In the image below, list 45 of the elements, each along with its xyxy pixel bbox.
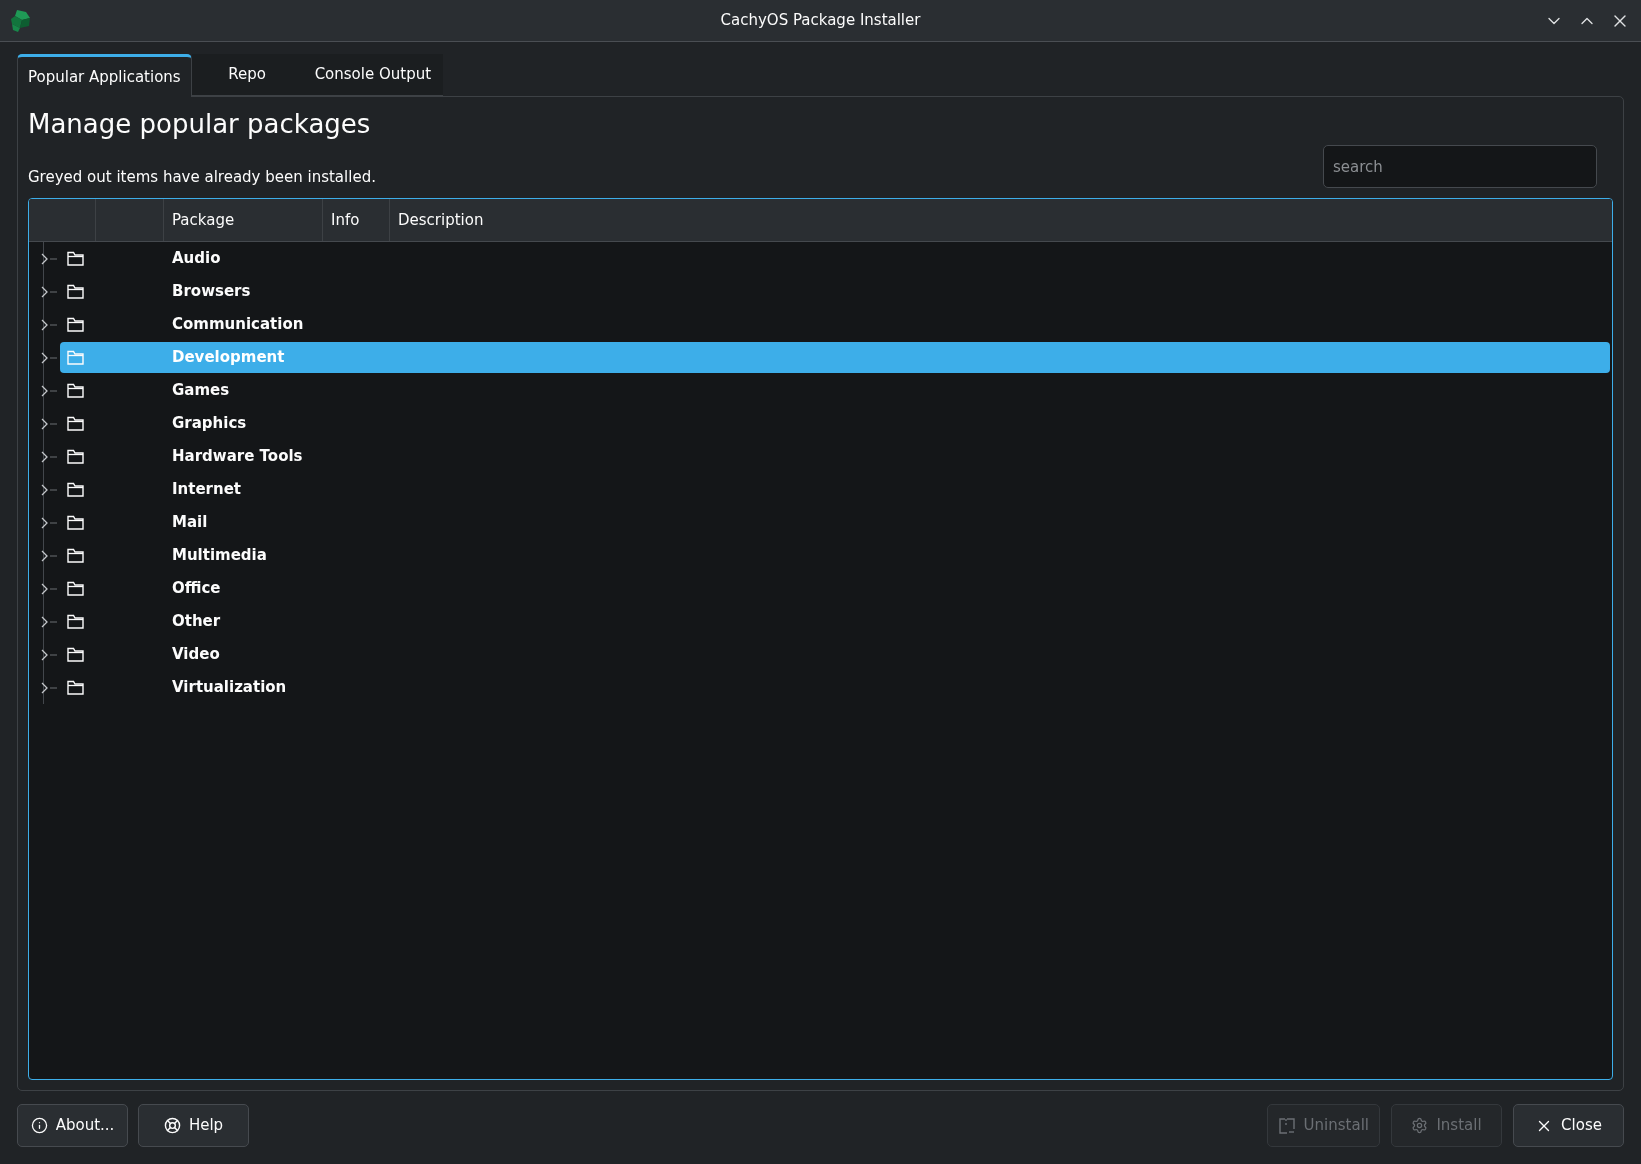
folder-icon — [67, 482, 84, 497]
folder-icon — [67, 284, 84, 299]
tree-item[interactable]: Video — [60, 639, 1610, 670]
tab[interactable]: Console Output — [302, 54, 444, 96]
folder-icon — [67, 383, 84, 398]
tree-item[interactable]: Games — [60, 375, 1610, 406]
tree-item[interactable]: Graphics — [60, 408, 1610, 439]
folder-icon — [67, 614, 84, 629]
page-heading: Manage popular packages — [28, 108, 372, 141]
tab[interactable]: Repo — [191, 54, 303, 96]
search-field[interactable]: search — [1323, 145, 1597, 188]
column-header[interactable]: Description — [390, 199, 1612, 241]
folder-icon — [67, 317, 84, 332]
folder-icon — [67, 515, 84, 530]
folder-icon — [67, 647, 84, 662]
tab[interactable]: Popular Applications — [17, 54, 192, 97]
folder-icon — [67, 581, 84, 596]
close-button[interactable]: Close — [1513, 1104, 1624, 1147]
folder-icon — [67, 680, 84, 695]
window-title: CachyOS Package Installer — [720, 10, 921, 32]
tree-item[interactable]: Audio — [60, 243, 1610, 274]
tree-item[interactable]: Office — [60, 573, 1610, 604]
tree-item[interactable]: Browsers — [60, 276, 1610, 307]
box-icon — [1277, 1116, 1296, 1135]
folder-icon — [67, 350, 84, 365]
lifebuoy-icon — [163, 1117, 181, 1134]
about-button[interactable]: About... — [17, 1104, 128, 1147]
tree-item[interactable]: Other — [60, 606, 1610, 637]
help-button[interactable]: Help — [138, 1104, 249, 1147]
folder-icon — [67, 548, 84, 563]
tree-item[interactable]: Communication — [60, 309, 1610, 340]
folder-icon — [67, 449, 84, 464]
tree-item[interactable]: Internet — [60, 474, 1610, 505]
installed-note: Greyed out items have already been installed. — [28, 167, 376, 188]
tree-item[interactable]: Multimedia — [60, 540, 1610, 571]
column-header[interactable]: Package — [164, 199, 323, 241]
gear-icon — [1411, 1117, 1429, 1134]
tree-item[interactable]: Mail — [60, 507, 1610, 538]
tree-item[interactable]: Hardware Tools — [60, 441, 1610, 472]
folder-icon — [67, 251, 84, 266]
column-header[interactable]: Info — [323, 199, 390, 241]
folder-icon — [67, 416, 84, 431]
logo-icon — [9, 8, 31, 33]
tree-item[interactable]: Virtualization — [60, 672, 1610, 703]
info-icon — [30, 1117, 48, 1134]
